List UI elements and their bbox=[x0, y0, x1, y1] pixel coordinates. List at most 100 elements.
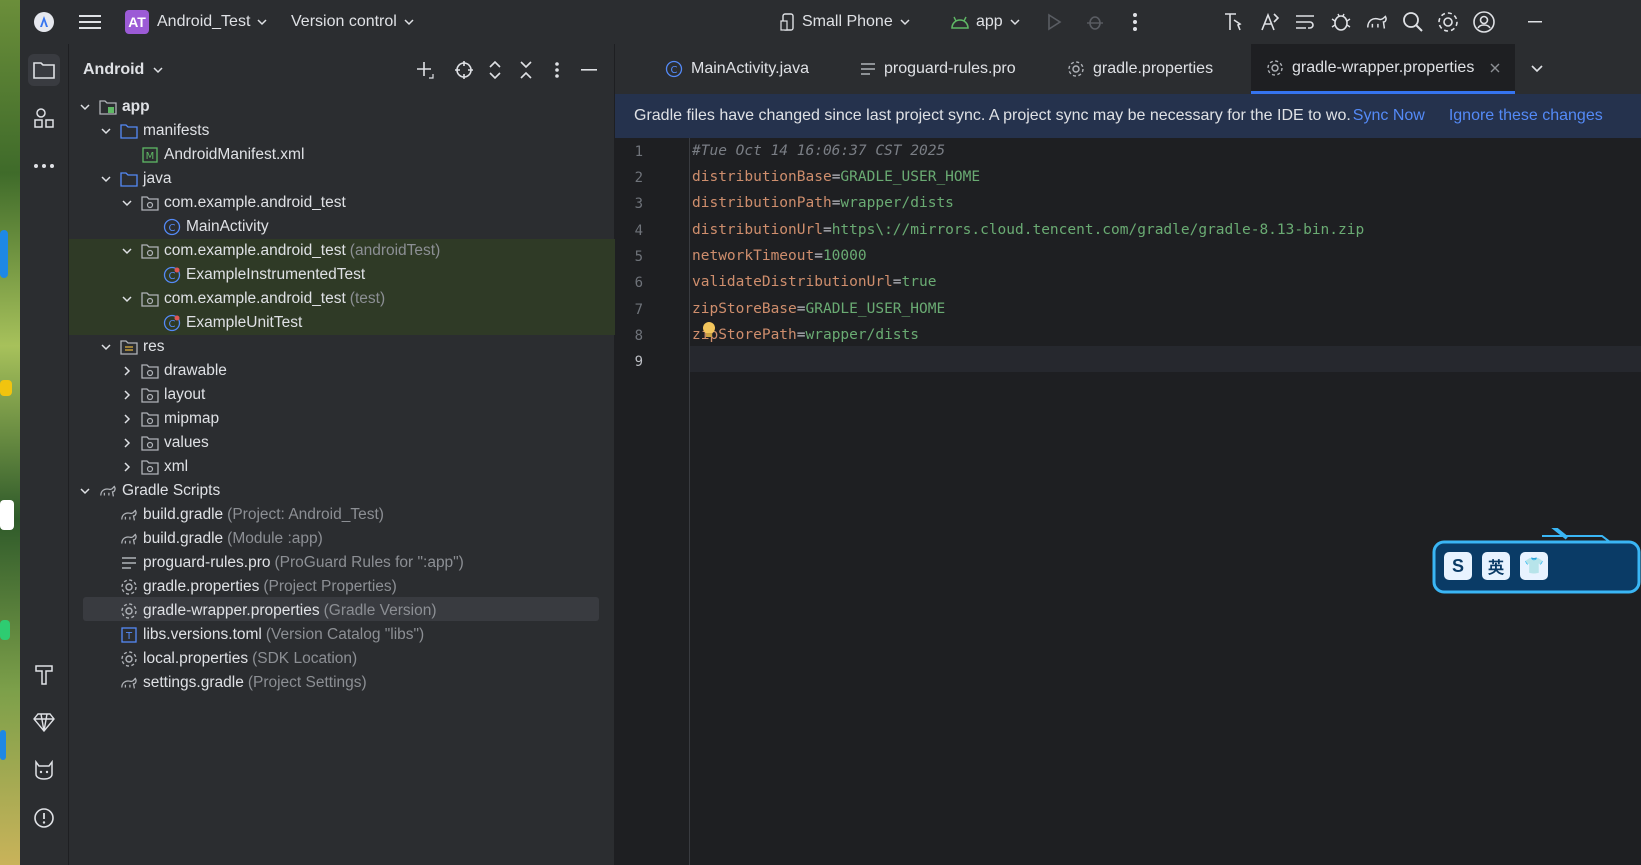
chevron-down-icon bbox=[1010, 19, 1020, 26]
ime-s-button[interactable]: S bbox=[1444, 552, 1472, 580]
code-editor[interactable]: 1 2 3 4 5 6 7 8 9 #Tue Oct 14 16:06:37 C… bbox=[615, 138, 1641, 865]
intention-lightbulb-icon[interactable] bbox=[702, 321, 716, 339]
run-config-selector[interactable]: app bbox=[950, 0, 1021, 44]
device-label: Small Phone bbox=[802, 13, 893, 30]
expand-all-icon[interactable] bbox=[487, 60, 503, 80]
run-config-label: app bbox=[976, 13, 1003, 30]
line-number: 3 bbox=[634, 196, 643, 212]
tree-row-app[interactable]: app bbox=[69, 95, 622, 119]
code-line: zipStorePath=wrapper/dists bbox=[692, 327, 919, 343]
main-menu-icon[interactable] bbox=[78, 10, 102, 34]
chevron-right-icon bbox=[119, 411, 135, 427]
tree-row-android-test-package[interactable]: com.example.android_test (androidTest) bbox=[69, 239, 664, 263]
tree-row-gradle-properties[interactable]: gradle.properties (Project Properties) bbox=[69, 575, 665, 599]
structure-icon[interactable] bbox=[28, 102, 60, 134]
sync-now-link[interactable]: Sync Now bbox=[1353, 107, 1425, 125]
tree-row-mipmap[interactable]: mipmap bbox=[69, 407, 664, 431]
chevron-down-icon bbox=[119, 291, 135, 307]
tree-row-build-gradle-module[interactable]: build.gradle (Module :app) bbox=[69, 527, 665, 551]
tree-row-values[interactable]: values bbox=[69, 431, 664, 455]
tree-row-gradle-scripts[interactable]: Gradle Scripts bbox=[69, 479, 622, 503]
run-icon[interactable] bbox=[1042, 10, 1066, 34]
build-variants-icon[interactable] bbox=[1293, 10, 1317, 34]
tree-row-package[interactable]: com.example.android_test bbox=[69, 191, 664, 215]
minimize-window-icon[interactable] bbox=[1523, 10, 1547, 34]
gradle-elephant-icon bbox=[120, 506, 138, 524]
project-selector[interactable]: AT Android_Test bbox=[125, 0, 268, 44]
toml-file-icon: T bbox=[120, 626, 138, 644]
tab-gradle-wrapper-properties[interactable]: gradle-wrapper.properties bbox=[1251, 44, 1515, 94]
current-line-highlight bbox=[690, 346, 1641, 372]
tree-row-manifests[interactable]: manifests bbox=[69, 119, 643, 143]
test-class-icon: C bbox=[163, 266, 181, 284]
project-folder-icon[interactable] bbox=[28, 54, 60, 86]
properties-gear-icon bbox=[120, 650, 138, 668]
banner-message: Gradle files have changed since last pro… bbox=[634, 107, 1351, 124]
options-more-icon[interactable] bbox=[554, 61, 560, 79]
ignore-changes-link[interactable]: Ignore these changes bbox=[1449, 107, 1603, 125]
search-icon[interactable] bbox=[1401, 10, 1425, 34]
folder-icon bbox=[120, 170, 138, 188]
tab-gradle-properties[interactable]: gradle.properties bbox=[1067, 44, 1213, 94]
add-icon[interactable] bbox=[415, 60, 435, 80]
ime-language-button[interactable]: 英 bbox=[1482, 552, 1510, 580]
tree-row-android-manifest[interactable]: M AndroidManifest.xml bbox=[69, 143, 686, 167]
tabs-dropdown-chevron-icon[interactable] bbox=[1530, 63, 1544, 75]
gem-icon[interactable] bbox=[28, 706, 60, 738]
hide-panel-icon[interactable] bbox=[581, 69, 597, 71]
tree-row-drawable[interactable]: drawable bbox=[69, 359, 664, 383]
manifest-file-icon: M bbox=[141, 146, 159, 164]
debug-bug-icon[interactable] bbox=[1083, 10, 1107, 34]
tree-row-gradle-wrapper-properties[interactable]: gradle-wrapper.properties (Gradle Versio… bbox=[69, 599, 665, 623]
line-number: 5 bbox=[634, 249, 643, 265]
tree-row-java[interactable]: java bbox=[69, 167, 643, 191]
code-line: distributionPath=wrapper/dists bbox=[692, 195, 954, 211]
build-hammer-icon[interactable] bbox=[28, 658, 60, 690]
code-line: distributionUrl=https\://mirrors.cloud.t… bbox=[692, 222, 1365, 238]
gradle-sync-banner: Gradle files have changed since last pro… bbox=[615, 94, 1641, 138]
tree-row-xml[interactable]: xml bbox=[69, 455, 664, 479]
translations-icon[interactable] bbox=[1258, 10, 1282, 34]
tree-row-example-unit-test[interactable]: C ExampleUnitTest bbox=[69, 311, 708, 335]
tree-row-layout[interactable]: layout bbox=[69, 383, 664, 407]
tree-row-example-instrumented-test[interactable]: C ExampleInstrumentedTest bbox=[69, 263, 708, 287]
locate-target-icon[interactable] bbox=[454, 60, 474, 80]
chevron-down-icon bbox=[153, 67, 163, 74]
device-manager-icon[interactable] bbox=[1222, 10, 1246, 34]
chevron-down-icon bbox=[98, 339, 114, 355]
phone-icon bbox=[780, 13, 794, 31]
device-selector[interactable]: Small Phone bbox=[780, 0, 911, 44]
chevron-right-icon bbox=[119, 435, 135, 451]
properties-gear-icon bbox=[120, 578, 138, 596]
collapse-all-icon[interactable] bbox=[518, 60, 534, 80]
tree-row-libs-versions-toml[interactable]: T libs.versions.toml (Version Catalog "l… bbox=[69, 623, 665, 647]
tab-main-activity[interactable]: C MainActivity.java bbox=[665, 44, 809, 94]
close-tab-icon[interactable] bbox=[1490, 63, 1500, 73]
tree-row-build-gradle-project[interactable]: build.gradle (Project: Android_Test) bbox=[69, 503, 665, 527]
tree-row-proguard-rules[interactable]: proguard-rules.pro (ProGuard Rules for "… bbox=[69, 551, 665, 575]
properties-gear-icon bbox=[120, 602, 138, 620]
ime-skin-button[interactable]: 👕 bbox=[1520, 552, 1548, 580]
test-class-icon: C bbox=[163, 314, 181, 332]
version-control-menu[interactable]: Version control bbox=[291, 0, 415, 44]
svg-text:C: C bbox=[169, 223, 176, 234]
more-icon[interactable] bbox=[28, 150, 60, 182]
view-selector[interactable]: Android bbox=[83, 44, 164, 96]
tree-row-main-activity[interactable]: C MainActivity bbox=[69, 215, 708, 239]
logcat-cat-icon[interactable] bbox=[28, 754, 60, 786]
settings-gear-icon[interactable] bbox=[1436, 10, 1460, 34]
chevron-down-icon bbox=[98, 123, 114, 139]
tree-row-test-package[interactable]: com.example.android_test (test) bbox=[69, 287, 664, 311]
account-icon[interactable] bbox=[1472, 10, 1496, 34]
code-line: networkTimeout=10000 bbox=[692, 248, 867, 264]
chevron-down-icon bbox=[77, 483, 93, 499]
tab-proguard-rules[interactable]: proguard-rules.pro bbox=[860, 44, 1016, 94]
problems-icon[interactable] bbox=[28, 802, 60, 834]
more-actions-icon[interactable] bbox=[1123, 10, 1147, 34]
gradle-sync-elephant-icon[interactable] bbox=[1365, 10, 1389, 34]
tree-row-res[interactable]: res bbox=[69, 335, 643, 359]
tree-row-local-properties[interactable]: local.properties (SDK Location) bbox=[69, 647, 665, 671]
folder-icon bbox=[120, 122, 138, 140]
tree-row-settings-gradle[interactable]: settings.gradle (Project Settings) bbox=[69, 671, 665, 695]
app-inspection-bug-icon[interactable] bbox=[1329, 10, 1353, 34]
